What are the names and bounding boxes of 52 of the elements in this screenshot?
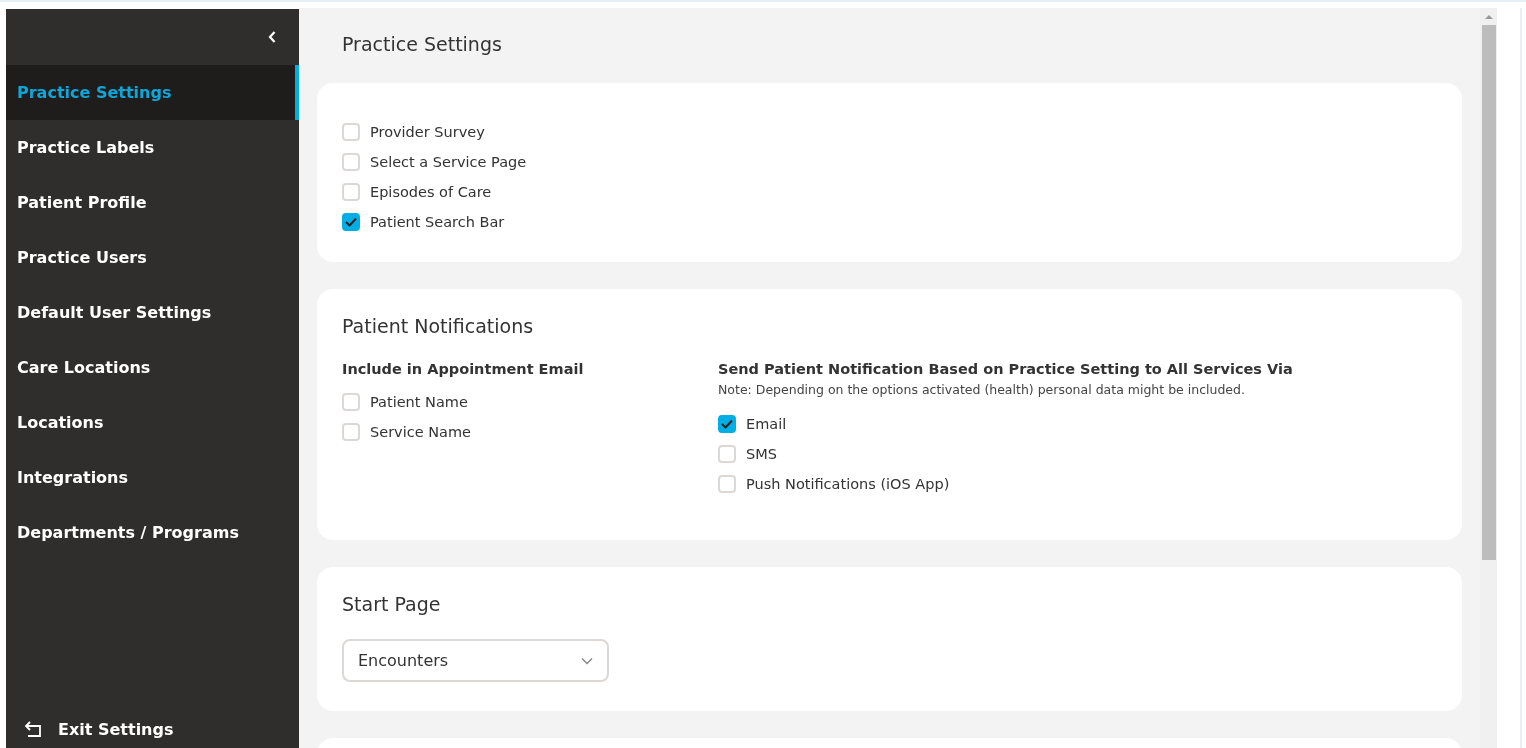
checkbox-option[interactable]: Episodes of Care [342,177,1437,207]
option-label: Provider Survey [370,124,485,140]
sidebar-item[interactable]: Default User Settings [6,285,299,340]
sidebar-item[interactable]: Care Locations [6,340,299,395]
checkbox-option[interactable]: SMS [718,439,1293,469]
sidebar-item[interactable]: Patient Profile [6,175,299,230]
checkbox[interactable] [342,393,360,411]
sidebar-item[interactable]: Practice Users [6,230,299,285]
checkbox-option[interactable]: Push Notifications (iOS App) [718,469,1293,499]
option-label: Episodes of Care [370,184,492,200]
checkbox[interactable] [342,123,360,141]
scroll-up-icon[interactable] [1483,13,1494,21]
option-label: Patient Search Bar [370,214,505,230]
sidebar-item[interactable]: Locations [6,395,299,450]
checkbox[interactable] [342,213,360,231]
scrollbar[interactable] [1480,8,1497,748]
start-page-dropdown[interactable]: Encounters [342,639,609,682]
option-label: Email [746,416,787,432]
checkbox-option[interactable]: Provider Survey [342,117,1437,147]
checkbox-option[interactable]: Service Name [342,417,718,447]
section-title: Patient Notifications [342,315,535,337]
scrollbar-thumb[interactable] [1481,25,1496,560]
exit-settings-link[interactable]: Exit Settings [6,716,299,748]
sidebar-item[interactable]: Practice Settings [6,65,299,120]
group-heading: Send Patient Notification Based on Practice Setting to All Services Via [718,361,1293,377]
sidebar-item[interactable]: Integrations [6,450,299,505]
sidebar-item[interactable]: Departments / Programs [6,505,299,560]
option-label: Patient Name [370,394,468,410]
chevron-down-icon [581,656,593,665]
section-title: Start Page [342,593,442,615]
page-title: Practice Settings [342,33,503,57]
checkbox[interactable] [718,475,736,493]
check-icon [721,419,733,429]
group-heading: Include in Appointment Email [342,361,585,377]
checkbox[interactable] [718,445,736,463]
checkbox[interactable] [718,415,736,433]
checkbox-option[interactable]: Patient Name [342,387,718,417]
note-text: Note: Depending on the options activated (health) personal data might be included. [718,382,1246,397]
option-label: Service Name [370,424,471,440]
option-label: Push Notifications (iOS App) [746,476,950,492]
sidebar-item[interactable]: Practice Labels [6,120,299,175]
option-label: Select a Service Page [370,154,527,170]
checkbox-option[interactable]: Select a Service Page [342,147,1437,177]
checkbox[interactable] [342,153,360,171]
return-arrow-icon [24,720,44,738]
checkbox[interactable] [342,423,360,441]
checkbox-option[interactable]: Patient Search Bar [342,207,1437,237]
checkbox[interactable] [342,183,360,201]
option-label: SMS [746,446,777,462]
checkbox-option[interactable]: Email [718,409,1293,439]
chevron-left-icon[interactable] [267,30,277,44]
check-icon [345,217,357,227]
